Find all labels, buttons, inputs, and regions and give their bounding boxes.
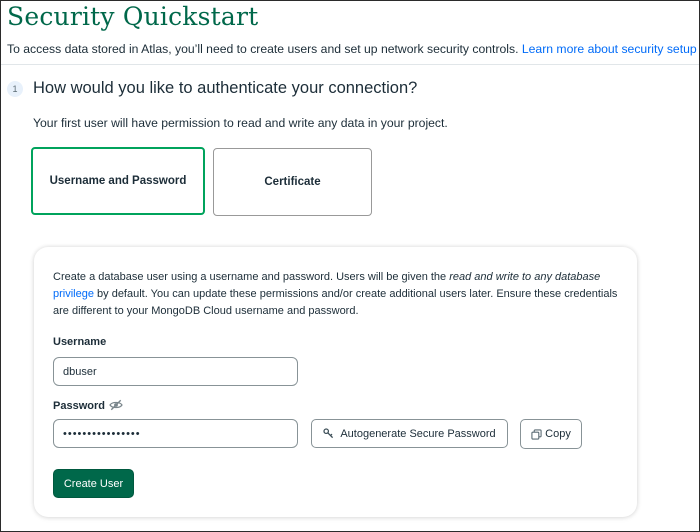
copy-password-button[interactable]: Copy — [520, 419, 582, 449]
intro-text: To access data stored in Atlas, you’ll n… — [7, 42, 697, 56]
step-number-badge: 1 — [7, 81, 23, 97]
key-icon — [323, 428, 334, 439]
create-user-button[interactable]: Create User — [53, 469, 134, 498]
page-title: Security Quickstart — [7, 2, 259, 31]
copy-icon — [531, 428, 542, 440]
password-input[interactable] — [53, 419, 298, 448]
auth-option-label: Certificate — [264, 176, 321, 188]
auth-option-label: Username and Password — [49, 175, 187, 187]
autogenerate-label: Autogenerate Secure Password — [340, 427, 496, 440]
form-desc-part1: Create a database user using a username … — [53, 271, 450, 283]
intro-description: To access data stored in Atlas, you’ll n… — [7, 42, 522, 56]
security-quickstart-panel: Security Quickstart To access data store… — [0, 0, 700, 532]
step-description: Your first user will have permission to … — [33, 116, 448, 130]
form-desc-part2: by default. You can update these permiss… — [53, 288, 618, 317]
privilege-link[interactable]: privilege — [53, 288, 94, 300]
autogenerate-password-button[interactable]: Autogenerate Secure Password — [311, 419, 508, 448]
username-label: Username — [53, 336, 107, 348]
eye-slash-icon[interactable] — [109, 399, 123, 411]
username-input[interactable] — [53, 357, 298, 386]
form-description: Create a database user using a username … — [53, 269, 623, 320]
header-divider — [1, 64, 699, 65]
auth-option-username-password[interactable]: Username and Password — [31, 147, 205, 215]
learn-more-security-link[interactable]: Learn more about security setup — [522, 42, 697, 56]
auth-option-certificate[interactable]: Certificate — [213, 148, 372, 216]
copy-label: Copy — [545, 428, 571, 440]
password-label: Password — [53, 400, 105, 412]
form-desc-italic: read and write to any database — [449, 271, 601, 283]
step-title: How would you like to authenticate your … — [33, 79, 418, 97]
